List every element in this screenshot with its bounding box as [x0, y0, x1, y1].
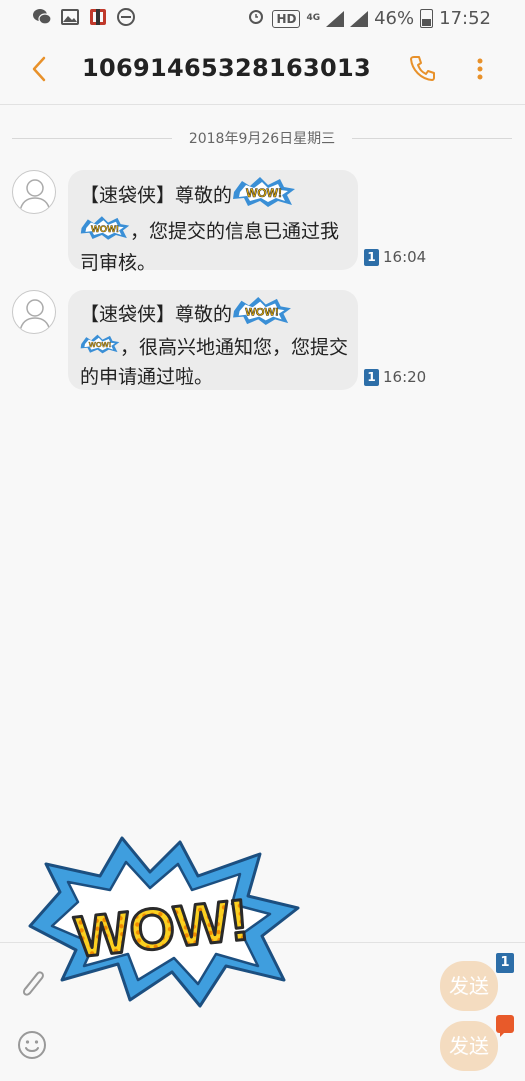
date-divider: 2018年9月26日星期三: [12, 128, 512, 148]
wow-sticker-icon: WOW!: [80, 333, 120, 363]
wow-sticker-icon: WOW!: [80, 215, 130, 249]
message-text-part1: 【速袋侠】尊敬的: [80, 303, 233, 326]
gallery-icon: [60, 7, 80, 27]
message-bubble[interactable]: 【速袋侠】尊敬的 WOW! WOW! ，您提交的信息已通过我司审核。: [68, 170, 358, 274]
conversation-title: 10691465328163013: [82, 54, 371, 82]
hd-voice-badge: HD: [272, 9, 301, 28]
sim-badge: 1: [364, 368, 379, 386]
sim-badge: 1: [496, 953, 514, 973]
person-icon[interactable]: [12, 170, 56, 214]
chevron-left-icon[interactable]: [26, 54, 54, 84]
message-text-part1: 【速袋侠】尊敬的: [80, 184, 233, 207]
message-time: 16:04: [383, 248, 427, 266]
message-text-part2: ，很高兴地通知您，您提交的申请通过啦。: [80, 336, 349, 389]
send-button-sim2[interactable]: 发送: [440, 1021, 498, 1071]
battery-icon: [420, 9, 434, 28]
status-bar: HD 4G 46% 17:52: [0, 0, 525, 34]
date-label: 2018年9月26日星期三: [12, 128, 512, 148]
wow-sticker-icon: WOW!: [232, 297, 292, 333]
more-vertical-icon[interactable]: [470, 54, 490, 84]
signal-icon: [326, 10, 345, 27]
smiley-icon[interactable]: [16, 1029, 48, 1061]
person-icon[interactable]: [12, 290, 56, 334]
network-type: 4G: [306, 13, 321, 23]
do-not-disturb-icon: [116, 7, 136, 27]
alarm-icon: [246, 6, 266, 31]
send-button-sim1[interactable]: 发送: [440, 961, 498, 1011]
svg-text:WOW!: WOW!: [91, 224, 119, 234]
svg-text:WOW!: WOW!: [246, 186, 282, 200]
wow-sticker-icon: WOW!: [232, 177, 296, 215]
message-bubble[interactable]: 【速袋侠】尊敬的 WOW! WOW! ，很高兴地通知您，您提交的申请通过啦。: [68, 290, 358, 390]
app-notification-icon: [88, 7, 108, 27]
phone-icon[interactable]: [408, 53, 438, 83]
wechat-icon: [32, 7, 52, 27]
system-status: HD 4G 46% 17:52: [246, 6, 491, 31]
signal-icon-2: [350, 10, 369, 27]
message-meta: 1 16:20: [364, 368, 426, 386]
clock: 17:52: [439, 8, 491, 29]
wow-sticker: WOW!: [22, 830, 304, 1010]
sim-badge: 1: [364, 248, 379, 266]
svg-text:WOW!: WOW!: [89, 340, 112, 349]
battery-percent: 46%: [374, 8, 415, 29]
conversation-header: 10691465328163013: [0, 34, 525, 105]
svg-text:WOW!: WOW!: [245, 307, 279, 319]
message-time: 16:20: [383, 368, 427, 386]
message-type-icon: [496, 1015, 514, 1037]
message-meta: 1 16:04: [364, 248, 426, 266]
notification-icons: [32, 7, 136, 27]
